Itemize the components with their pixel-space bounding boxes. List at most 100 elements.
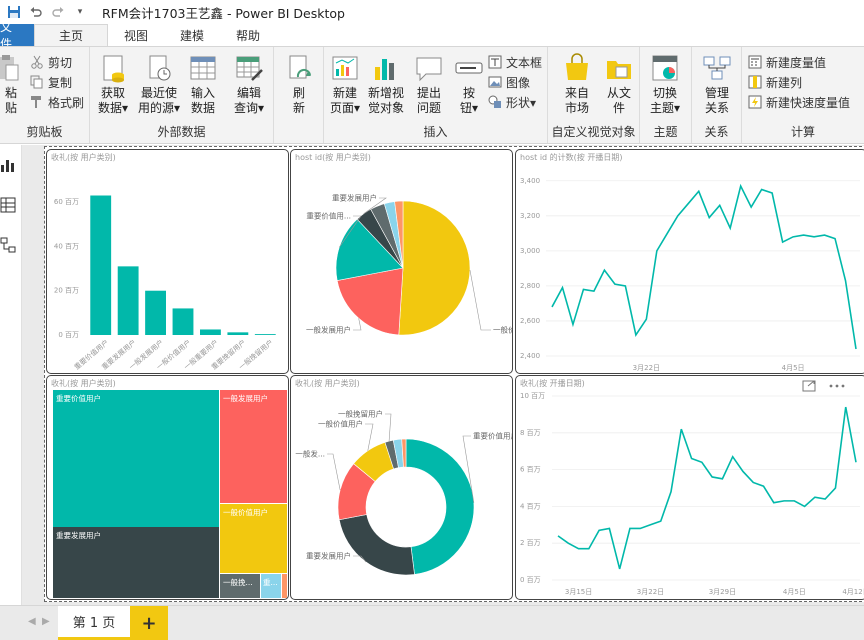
group-label-calc: 计算 bbox=[790, 125, 815, 139]
paste-icon bbox=[0, 55, 19, 81]
quick-measure-icon bbox=[748, 95, 762, 109]
undo-icon[interactable] bbox=[28, 4, 44, 20]
group-label-custom: 自定义视觉对象 bbox=[551, 125, 636, 139]
tab-view[interactable]: 视图 bbox=[108, 24, 164, 46]
ask-question-label: 提出 问题 bbox=[416, 86, 441, 115]
new-page-icon bbox=[332, 56, 358, 80]
new-visual-button[interactable]: 新增视 觉对象 bbox=[368, 53, 404, 116]
table-icon bbox=[190, 56, 216, 80]
manage-relationships-button[interactable]: 管理 关系 bbox=[702, 53, 732, 116]
donut-chart-visual[interactable]: 收礼(按 用户类别) 重要价值用户重要发展用户 一般发... 一般价值用户一般挽留用… bbox=[290, 375, 513, 600]
bar-chart-title: 收礼(按 用户类别) bbox=[51, 153, 116, 162]
from-store-button[interactable]: 来自 市场 bbox=[562, 53, 592, 116]
treemap-tile-general-value[interactable]: 一般价值用户 bbox=[220, 504, 287, 573]
donut-leader-line bbox=[327, 453, 341, 491]
bar bbox=[90, 195, 112, 335]
menu-file[interactable]: 文件 bbox=[0, 20, 34, 51]
treemap-tile-general-develop[interactable]: 一般发展用户 bbox=[220, 390, 287, 503]
tab-help[interactable]: 帮助 bbox=[220, 24, 276, 46]
edit-queries-button[interactable]: 编辑 查询▾ bbox=[234, 53, 264, 116]
new-quick-measure-button[interactable]: 新建快速度量值 bbox=[748, 93, 850, 111]
donut-label: 一般价值用户 bbox=[318, 419, 363, 429]
copy-button[interactable]: 复制 bbox=[30, 73, 72, 91]
pie-leader-line bbox=[469, 270, 491, 331]
enter-data-button[interactable]: 输入 数据 bbox=[188, 53, 218, 116]
format-painter-button[interactable]: 格式刷 bbox=[30, 93, 84, 111]
line2-y-tick: 6 百万 bbox=[520, 466, 541, 474]
textbox-button[interactable]: 文本框 bbox=[488, 53, 542, 71]
paste-button[interactable]: 粘贴 bbox=[0, 53, 26, 116]
bar-chart-visual[interactable]: 收礼(按 用户类别) 0 百万 20 百万 40 百万 60 百万 重要价值用户 重要发展… bbox=[46, 149, 289, 374]
new-visual-label: 新增视 觉对象 bbox=[368, 86, 405, 115]
line2-y-tick: 4 百万 bbox=[520, 502, 541, 510]
image-button[interactable]: 图像 bbox=[488, 73, 530, 91]
bar-y-tick: 60 百万 bbox=[54, 198, 79, 206]
add-page-button[interactable]: + bbox=[130, 606, 168, 640]
bar-chart: 0 百万20 百万40 百万60 百万重要价值用户重要发展用户一般发展用户一般价… bbox=[54, 195, 276, 372]
edit-queries-label: 编辑 查询▾ bbox=[234, 86, 265, 115]
paste-label: 粘贴 bbox=[4, 86, 17, 115]
tab-home[interactable]: 主页 bbox=[34, 24, 109, 46]
line-chart-count-visual[interactable]: host id 的计数(按 开播日期) 2,400 2,600 2,800 3,000… bbox=[515, 149, 864, 374]
bar bbox=[227, 332, 249, 335]
treemap-tile-important-develop[interactable]: 重要发展用户 bbox=[53, 527, 219, 598]
group-relationships: 管理 关系 关系 bbox=[692, 47, 742, 143]
new-quick-measure-label: 新建快速度量值 bbox=[766, 95, 851, 110]
report-view-icon[interactable] bbox=[0, 157, 16, 173]
treemap-tile-other[interactable] bbox=[282, 574, 287, 598]
ask-question-button[interactable]: 提出 问题 bbox=[414, 53, 444, 116]
group-label-external: 外部数据 bbox=[157, 125, 206, 139]
from-file-button[interactable]: 从文 件 bbox=[604, 53, 634, 116]
pie-label: 重要价值用... bbox=[306, 211, 351, 221]
more-options-icon[interactable] bbox=[828, 380, 846, 392]
pie-chart-visual[interactable]: host id(按 用户类别) 一般价值用户 一般发展用户重要价值用... 重要发展… bbox=[290, 149, 513, 374]
prev-page-icon[interactable]: ◀ bbox=[28, 616, 36, 627]
switch-theme-button[interactable]: 切换 主题▾ bbox=[650, 53, 680, 116]
line-chart-gifts-visual[interactable]: 收礼(按 开播日期) 0 百万 2 百万 4 百万 6 百万 8 百万 10 百万 3月15… bbox=[515, 375, 864, 600]
from-file-label: 从文 件 bbox=[606, 86, 631, 115]
window-title: RFM会计1703王艺鑫 - Power BI Desktop bbox=[102, 5, 345, 21]
bar bbox=[145, 290, 166, 335]
group-themes: 切换 主题▾ 主题 bbox=[640, 47, 692, 143]
donut-chart-title: 收礼(按 用户类别) bbox=[295, 379, 360, 388]
pie-leader-line bbox=[353, 318, 362, 331]
copy-label: 复制 bbox=[48, 75, 73, 90]
focus-mode-icon[interactable] bbox=[802, 380, 816, 392]
treemap-label: 重... bbox=[263, 578, 278, 587]
shapes-button[interactable]: 形状▾ bbox=[488, 93, 536, 111]
data-view-icon[interactable] bbox=[0, 197, 16, 213]
group-custom-visuals: 来自 市场 从文 件 自定义视觉对象 bbox=[548, 47, 640, 143]
new-column-button[interactable]: 新建列 bbox=[748, 73, 802, 91]
column-icon bbox=[748, 75, 762, 89]
get-data-button[interactable]: 获取 数据▾ bbox=[98, 53, 128, 116]
textbox-label: 文本框 bbox=[506, 55, 543, 70]
theme-icon bbox=[652, 55, 678, 81]
redo-icon[interactable] bbox=[50, 4, 66, 20]
tab-modeling[interactable]: 建模 bbox=[164, 24, 220, 46]
model-view-icon[interactable] bbox=[0, 237, 16, 253]
speech-bubble-icon bbox=[416, 57, 442, 82]
bar bbox=[254, 334, 276, 335]
buttons-button[interactable]: 按 钮▾ bbox=[454, 53, 484, 116]
next-page-icon[interactable]: ▶ bbox=[42, 616, 50, 627]
treemap-visual[interactable]: 收礼(按 用户类别) 重要价值用户 重要发展用户 一般发展用户 一般价值用户 一… bbox=[46, 375, 289, 600]
line1-y-tick: 2,800 bbox=[520, 282, 540, 290]
group-external-data: 获取 数据▾ 最近使 用的源▾ 输入 数据 编辑 查询▾ 外部数据 bbox=[90, 47, 274, 143]
line2-x-tick: 4月12日 bbox=[842, 588, 864, 596]
store-icon bbox=[566, 53, 588, 80]
recent-sources-button[interactable]: 最近使 用的源▾ bbox=[138, 53, 180, 116]
page-tab-1[interactable]: 第 1 页 bbox=[58, 606, 130, 640]
new-measure-button[interactable]: 新建度量值 bbox=[748, 53, 826, 71]
treemap-tile-general-retain[interactable]: 一般挽... bbox=[220, 574, 260, 598]
customize-toolbar-icon[interactable]: ▾ bbox=[72, 4, 88, 20]
pie-label: 一般发展用户 bbox=[306, 325, 351, 335]
treemap-tile-important-retain[interactable]: 重... bbox=[261, 574, 281, 598]
treemap-label: 一般挽... bbox=[223, 578, 253, 587]
cut-button[interactable]: 剪切 bbox=[30, 53, 72, 71]
new-page-button[interactable]: 新建 页面▾ bbox=[330, 53, 360, 116]
line1-y-tick: 2,600 bbox=[520, 317, 540, 325]
treemap-tile-important-value[interactable]: 重要价值用户 bbox=[53, 390, 219, 527]
bar-y-tick: 40 百万 bbox=[54, 242, 79, 250]
refresh-button[interactable]: 刷 新 bbox=[284, 53, 314, 116]
line2-x-tick: 3月29日 bbox=[709, 588, 736, 596]
